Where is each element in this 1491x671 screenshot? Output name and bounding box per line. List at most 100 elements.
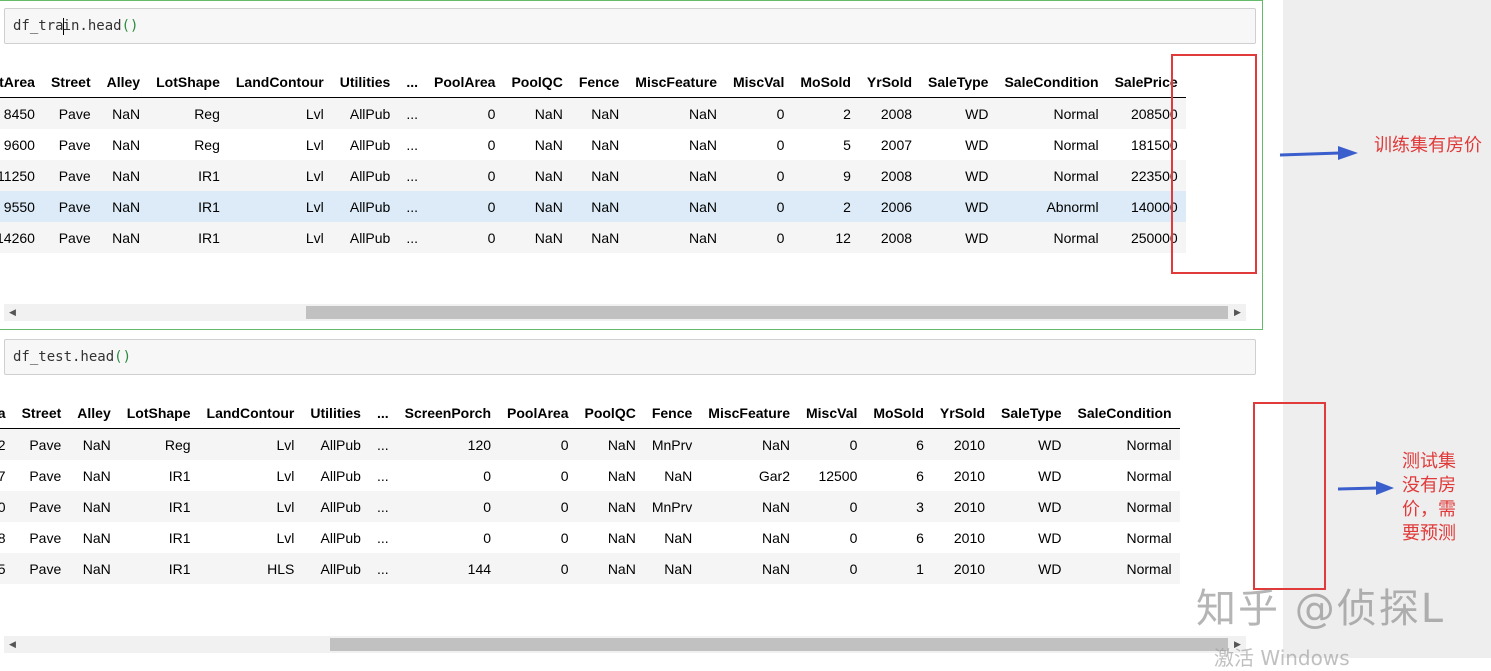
table-cell: 2006 bbox=[858, 191, 921, 222]
column-header: Fence bbox=[643, 397, 701, 429]
table-cell: Pave bbox=[58, 136, 91, 153]
column-header: LandContour bbox=[227, 66, 332, 98]
table-cell: Lvl bbox=[198, 491, 303, 522]
table-cell: NaN bbox=[627, 191, 725, 222]
table-cell: 0 bbox=[426, 160, 504, 191]
table-cell: NaN bbox=[503, 160, 571, 191]
table-cell: 9 bbox=[792, 160, 859, 191]
table-cell: Lvl bbox=[276, 467, 295, 484]
scroll-left-icon[interactable]: ◀ bbox=[4, 304, 21, 321]
table-cell: NaN bbox=[700, 553, 798, 584]
table-cell: Reg bbox=[194, 136, 220, 153]
test-dataframe-output: eaStreetAlleyLotShapeLandContourUtilitie… bbox=[0, 397, 1250, 587]
table-cell: WD bbox=[993, 491, 1070, 522]
table-cell: 0 bbox=[849, 529, 858, 546]
table-cell: 6 bbox=[916, 467, 924, 484]
table-cell: Normal bbox=[1126, 467, 1172, 484]
test-horizontal-scrollbar[interactable]: ◀ ▶ bbox=[4, 636, 1246, 653]
table-cell: 2010 bbox=[953, 529, 986, 546]
scrollbar-thumb[interactable] bbox=[330, 638, 1228, 651]
table-row: 05PaveNaNIR1HLSAllPub...1440NaNNaNNaN012… bbox=[0, 553, 1180, 584]
column-header: ea bbox=[0, 397, 14, 429]
table-cell: Normal bbox=[996, 97, 1107, 129]
table-cell: NaN bbox=[503, 222, 571, 253]
table-cell: 0 bbox=[426, 97, 504, 129]
table-cell: NaN bbox=[570, 222, 628, 253]
test-code-input[interactable]: df_test.head() bbox=[4, 339, 1256, 375]
scroll-left-icon[interactable]: ◀ bbox=[4, 636, 21, 653]
column-header: Alley bbox=[98, 66, 149, 98]
table-cell: 0 bbox=[724, 222, 793, 253]
table-cell: 3 bbox=[865, 491, 932, 522]
table-cell: AllPub bbox=[349, 136, 391, 153]
table-cell: ... bbox=[376, 467, 389, 484]
column-header: MiscVal bbox=[724, 66, 793, 98]
code-text: df_train.head() bbox=[13, 17, 139, 35]
table-row: 22PaveNaNRegLvlAllPub...1200NaNMnPrvNaN0… bbox=[0, 428, 1180, 460]
table-row: 14260PaveNaNIR1LvlAllPub...0NaNNaNNaN012… bbox=[0, 222, 1186, 253]
column-header: LandContour bbox=[198, 397, 303, 429]
table-cell: NaN bbox=[570, 160, 628, 191]
column-header: SaleCondition bbox=[996, 66, 1107, 98]
table-cell: 0 bbox=[798, 553, 866, 584]
train-table: tArea Street Alley LotShape LandContour Utili… bbox=[0, 66, 1186, 253]
table-cell: 0 bbox=[499, 491, 577, 522]
saleprice-highlight-box bbox=[1171, 54, 1257, 274]
table-cell: NaN bbox=[664, 529, 693, 546]
table-cell: 0 bbox=[776, 136, 785, 153]
table-cell: Gar2 bbox=[758, 467, 790, 484]
table-cell: 0 bbox=[487, 136, 496, 153]
table-cell: WD bbox=[1038, 467, 1062, 484]
column-header: Alley bbox=[69, 397, 119, 429]
table-cell: WD bbox=[965, 136, 989, 153]
table-cell: 2008 bbox=[858, 160, 921, 191]
table-cell: NaN bbox=[700, 428, 798, 460]
table-cell: AllPub bbox=[331, 160, 399, 191]
table-cell: NaN bbox=[688, 136, 717, 153]
table-cell: 6 bbox=[916, 529, 924, 546]
table-header-row: eaStreetAlleyLotShapeLandContourUtilitie… bbox=[0, 397, 1180, 429]
table-cell: NaN bbox=[112, 136, 141, 153]
table-cell: ... bbox=[398, 97, 426, 129]
table-cell: WD bbox=[993, 553, 1070, 584]
table-cell: AllPub bbox=[302, 553, 369, 584]
test-table: eaStreetAlleyLotShapeLandContourUtilitie… bbox=[0, 397, 1180, 584]
table-cell: 2007 bbox=[880, 136, 913, 153]
scrollbar-thumb[interactable] bbox=[306, 306, 1228, 319]
table-cell: ... bbox=[398, 222, 426, 253]
table-cell: 6 bbox=[865, 428, 932, 460]
train-code-input[interactable]: df_train.head() bbox=[4, 8, 1256, 44]
table-cell: Pave bbox=[42, 191, 99, 222]
table-cell: NaN bbox=[643, 553, 701, 584]
table-row: 9550 Pave NaN IR1 Lvl AllPub... 0 NaN NaN NaN 0 2 20… bbox=[0, 191, 1186, 222]
table-cell: Reg bbox=[148, 97, 228, 129]
table-cell: 0 bbox=[724, 97, 793, 129]
table-cell: ... bbox=[398, 191, 426, 222]
table-cell: 05 bbox=[0, 553, 14, 584]
table-cell: NaN bbox=[69, 428, 119, 460]
scroll-right-icon[interactable]: ▶ bbox=[1229, 304, 1246, 321]
table-cell: 22 bbox=[0, 428, 14, 460]
table-cell: 12 bbox=[792, 222, 859, 253]
table-cell: NaN bbox=[534, 136, 563, 153]
table-cell: ... bbox=[406, 136, 418, 153]
column-header: PoolArea bbox=[426, 66, 504, 98]
table-cell: Pave bbox=[13, 428, 70, 460]
column-header: MiscVal bbox=[798, 397, 866, 429]
table-cell: 30 bbox=[0, 491, 14, 522]
table-cell: NaN bbox=[761, 529, 790, 546]
table-cell: Abnorml bbox=[996, 191, 1107, 222]
table-cell: IR1 bbox=[148, 191, 228, 222]
table-cell: IR1 bbox=[148, 222, 228, 253]
table-cell: NaN bbox=[69, 553, 119, 584]
table-cell: Normal bbox=[996, 160, 1107, 191]
table-cell: NaN bbox=[627, 160, 725, 191]
train-horizontal-scrollbar[interactable]: ◀ ▶ bbox=[4, 304, 1246, 321]
column-header: Fence bbox=[570, 66, 628, 98]
code-text: df_test.head() bbox=[13, 349, 132, 365]
column-header: Utilities bbox=[331, 66, 399, 98]
table-cell: NaN bbox=[69, 491, 119, 522]
table-cell: 14260 bbox=[0, 222, 43, 253]
table-cell: NaN bbox=[627, 222, 725, 253]
column-header: SaleType bbox=[920, 66, 997, 98]
